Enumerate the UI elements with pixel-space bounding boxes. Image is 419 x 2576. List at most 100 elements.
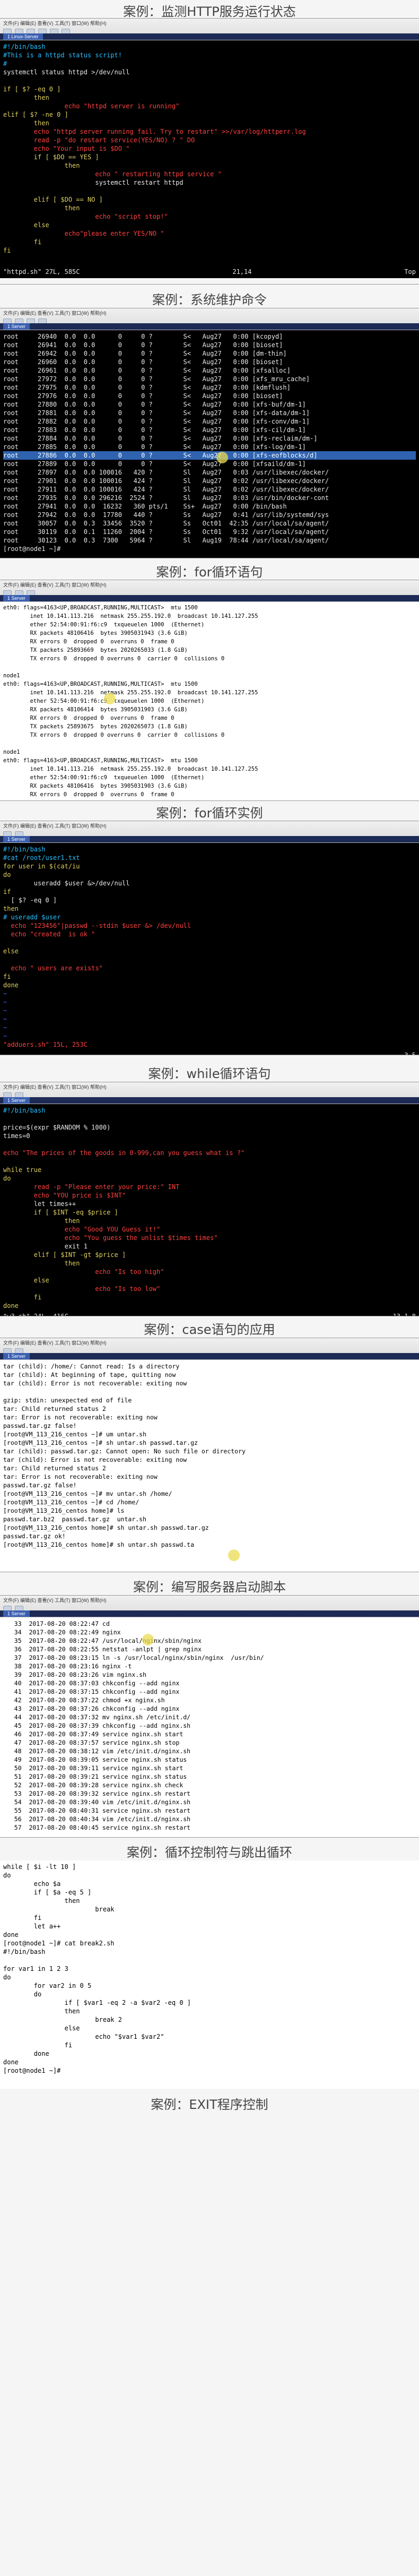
session-tab[interactable]: 1 Server bbox=[3, 1610, 30, 1617]
terminal-line: then bbox=[3, 1897, 80, 1905]
terminal-line: [root@VM_113_216_centos ~]# sh untar.sh … bbox=[3, 1439, 198, 1446]
terminal-line: if [ $DO == YES ] bbox=[3, 153, 99, 161]
terminal-line: #!/bin/bash bbox=[3, 43, 46, 50]
terminal-line: 53 2017-08-20 08:39:32 service nginx.sh … bbox=[3, 1790, 191, 1797]
terminal-line: 50 2017-08-20 08:39:11 service nginx.sh … bbox=[3, 1764, 184, 1772]
terminal-line: root 27886 0.0 0.0 0 0 ? S< Aug27 0:00 [… bbox=[3, 451, 416, 460]
terminal-line: [root@VM_113_216_centos ~]# cd /home/ bbox=[3, 1498, 139, 1506]
terminal-line: then bbox=[3, 2008, 80, 2015]
menu-bar[interactable]: 文件(F) 编辑(E) 查看(V) 工具(T) 窗口(W) 帮助(H) bbox=[0, 1082, 419, 1091]
terminal-body[interactable]: tar (child): /home/: Cannot read: Is a d… bbox=[0, 1360, 419, 1572]
terminal-line: done bbox=[3, 2058, 19, 2066]
terminal-line: #!/bin/bash bbox=[3, 1948, 46, 1955]
terminal-line: echo $a bbox=[3, 1880, 61, 1888]
terminal-line: 36 2017-08-20 08:22:55 netstat -anlpt | … bbox=[3, 1645, 202, 1653]
terminal-line: TX errors 0 dropped 0 overruns 0 carrier… bbox=[3, 656, 225, 662]
terminal-body[interactable]: root 26940 0.0 0.0 0 0 ? S< Aug27 0:00 [… bbox=[0, 330, 419, 558]
terminal-body[interactable]: 33 2017-08-20 08:22:47 cd 34 2017-08-20 … bbox=[0, 1617, 419, 1837]
terminal-chrome: 文件(F) 编辑(E) 查看(V) 工具(T) 窗口(W) 帮助(H) 1 Se… bbox=[0, 308, 419, 330]
terminal-body[interactable]: #!/bin/bash #This is a httpd status scrip… bbox=[0, 40, 419, 268]
terminal-chrome: 文件(F) 编辑(E) 查看(V) 工具(T) 窗口(W) 帮助(H) 1 Se… bbox=[0, 1082, 419, 1104]
terminal-line: 49 2017-08-20 08:39:05 service nginx.sh … bbox=[3, 1756, 187, 1763]
terminal-line: ~ bbox=[3, 1024, 7, 1031]
menu-bar[interactable]: 文件(F) 编辑(E) 查看(V) 工具(T) 窗口(W) 帮助(H) bbox=[0, 308, 419, 317]
screenshot-break-loop: while [ $i -lt 10 ] do echo $a if [ $a -e… bbox=[0, 1860, 419, 2089]
terminal-body[interactable]: #!/bin/bash price=$(expr $RANDOM % 1000) t… bbox=[0, 1104, 419, 1312]
menu-bar[interactable]: 文件(F) 编辑(E) 查看(V) 工具(T) 窗口(W) 帮助(H) bbox=[0, 821, 419, 830]
terminal-line: RX packets 48106416 bytes 3905031943 (3.… bbox=[3, 630, 188, 636]
screenshot-adduser-script: 文件(F) 编辑(E) 查看(V) 工具(T) 窗口(W) 帮助(H) 1 Se… bbox=[0, 821, 419, 1055]
terminal-line: price=$(expr $RANDOM % 1000) bbox=[3, 1124, 111, 1131]
session-tab[interactable]: 1 Linux-Server bbox=[3, 33, 43, 40]
screenshot-httpd-script: 文件(F) 编辑(E) 查看(V) 工具(T) 窗口(W) 帮助(H) 1 Li… bbox=[0, 18, 419, 285]
session-tab[interactable]: 1 Server bbox=[3, 1353, 30, 1359]
terminal-line: tar: Error is not recoverable: exiting n… bbox=[3, 1414, 158, 1421]
terminal-line: ~ bbox=[3, 1032, 7, 1040]
terminal-body[interactable]: eth0: flags=4163<UP,BROADCAST,RUNNING,MU… bbox=[0, 602, 419, 800]
terminal-line: else bbox=[3, 2024, 80, 2032]
terminal-line: 41 2017-08-20 08:37:15 chkconfig --add n… bbox=[3, 1688, 180, 1695]
terminal-line: while true bbox=[3, 1166, 42, 1174]
terminal-line: tar: Child returned status 2 bbox=[3, 1464, 106, 1472]
terminal-line: fi bbox=[3, 238, 42, 246]
vim-file-info: "httpd.sh" 27L, 585C bbox=[3, 268, 80, 275]
terminal-line: fi bbox=[3, 973, 11, 980]
terminal-line: fi bbox=[3, 1294, 42, 1301]
terminal-line: done bbox=[3, 1931, 19, 1939]
session-tab[interactable]: 1 Server bbox=[3, 1097, 30, 1104]
terminal-body[interactable]: #!/bin/bash #cat /root/user1.txt for user … bbox=[0, 843, 419, 1051]
menu-bar[interactable]: 文件(F) 编辑(E) 查看(V) 工具(T) 窗口(W) 帮助(H) bbox=[0, 580, 419, 589]
terminal-line: [root@VM_113_216_centos home]# ls bbox=[3, 1507, 125, 1514]
screenshot-ps-output: 文件(F) 编辑(E) 查看(V) 工具(T) 窗口(W) 帮助(H) 1 Se… bbox=[0, 308, 419, 558]
terminal-line: echo "script stop!" bbox=[3, 213, 168, 220]
terminal-line: then bbox=[3, 204, 80, 212]
menu-bar[interactable]: 文件(F) 编辑(E) 查看(V) 工具(T) 窗口(W) 帮助(H) bbox=[0, 1338, 419, 1347]
terminal-line: TX errors 0 dropped 0 overruns 0 carrier… bbox=[3, 732, 225, 738]
terminal-line: done bbox=[3, 2050, 49, 2057]
terminal-line: echo "created is ok " bbox=[3, 931, 95, 938]
terminal-line: tar (child): /home/: Cannot read: Is a d… bbox=[3, 1363, 180, 1370]
terminal-line: inet 10.141.113.216 netmask 255.255.192.… bbox=[3, 613, 258, 619]
menu-bar[interactable]: 文件(F) 编辑(E) 查看(V) 工具(T) 窗口(W) 帮助(H) bbox=[0, 19, 419, 27]
session-tab[interactable]: 1 Server bbox=[3, 323, 30, 330]
terminal-body[interactable]: while [ $i -lt 10 ] do echo $a if [ $a -e… bbox=[0, 1860, 419, 2089]
terminal-line: root 26960 0.0 0.0 0 0 ? S< Aug27 0:00 [… bbox=[3, 358, 283, 366]
terminal-line: root 27941 0.0 0.0 16232 360 pts/1 Ss+ A… bbox=[3, 503, 287, 510]
terminal-line: if [ $var1 -eq 2 -a $var2 -eq 0 ] bbox=[3, 1999, 191, 2006]
tab-bar: 1 Server bbox=[0, 1610, 419, 1617]
terminal-line: 42 2017-08-20 08:37:22 chmod +x nginx.sh bbox=[3, 1696, 165, 1704]
terminal-line: tar: Error is not recoverable: exiting n… bbox=[3, 1473, 158, 1480]
terminal-line: tar (child): passwd.tar.gz: Cannot open:… bbox=[3, 1448, 246, 1455]
vim-status-line: "httpd.sh" 27L, 585C 21,14 Top bbox=[0, 268, 419, 278]
terminal-line: times=0 bbox=[3, 1132, 30, 1140]
terminal-line: RX errors 0 dropped 0 overruns 0 frame 0 bbox=[3, 715, 174, 721]
terminal-line: exit 1 bbox=[3, 1243, 88, 1250]
terminal-line: root 27881 0.0 0.0 0 0 ? S< Aug27 0:00 [… bbox=[3, 409, 310, 417]
terminal-line: 57 2017-08-20 08:40:45 service nginx.sh … bbox=[3, 1824, 191, 1831]
terminal-line: if [ $? -eq 0 ] bbox=[3, 85, 61, 93]
terminal-line: 33 2017-08-20 08:22:47 cd bbox=[3, 1620, 110, 1627]
menu-bar[interactable]: 文件(F) 编辑(E) 查看(V) 工具(T) 窗口(W) 帮助(H) bbox=[0, 1596, 419, 1604]
terminal-line: read -p "Please enter your price:" INT bbox=[3, 1183, 180, 1191]
terminal-line: echo "The prices of the goods in 0-999,c… bbox=[3, 1149, 245, 1157]
terminal-line: inet 10.141.113.216 netmask 255.255.192.… bbox=[3, 690, 258, 696]
terminal-line: 38 2017-08-20 08:23:16 nginx -t bbox=[3, 1662, 132, 1670]
terminal-line: 35 2017-08-20 08:22:47 /usr/local/nginx/… bbox=[3, 1637, 202, 1644]
terminal-line: useradd $user &>/dev/null bbox=[3, 880, 130, 887]
terminal-line: # useradd $user bbox=[3, 914, 61, 921]
section-caption: 案例：for循环实例 bbox=[156, 806, 263, 821]
terminal-line: root 30057 0.0 0.3 33456 3520 ? Ss Oct01… bbox=[3, 520, 329, 527]
terminal-line: TX packets 25893669 bytes 2020265033 (1.… bbox=[3, 647, 188, 653]
terminal-line: #!/bin/bash bbox=[3, 846, 46, 853]
session-tab[interactable]: 1 Server bbox=[3, 595, 30, 601]
terminal-line: #This is a httpd status script! bbox=[3, 51, 122, 59]
terminal-line: #cat /root/user1.txt bbox=[3, 854, 80, 861]
terminal-line: [root@VM_113_216_centos home]# sh untar.… bbox=[3, 1524, 209, 1531]
session-tab[interactable]: 1 Server bbox=[3, 836, 30, 842]
vim-status-line: "w3.sh" 24L, 416C 13,1-8 bbox=[0, 1312, 419, 1316]
terminal-line: ~ bbox=[3, 990, 7, 997]
terminal-chrome: 文件(F) 编辑(E) 查看(V) 工具(T) 窗口(W) 帮助(H) 1 Se… bbox=[0, 580, 419, 602]
terminal-line: eth0: flags=4163<UP,BROADCAST,RUNNING,MU… bbox=[3, 757, 198, 764]
